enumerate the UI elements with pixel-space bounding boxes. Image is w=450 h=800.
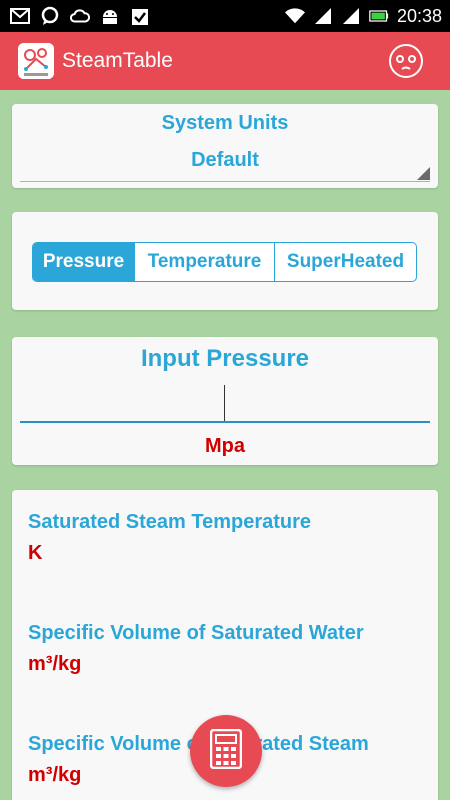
tab-pressure[interactable]: Pressure: [33, 243, 135, 281]
result-label: Saturated Steam Temperature: [28, 511, 312, 533]
tab-temperature[interactable]: Temperature: [135, 243, 275, 281]
gmail-icon: [10, 6, 30, 26]
input-title: Input Pressure: [140, 345, 310, 372]
calculator-icon: [209, 728, 243, 774]
dropdown-arrow-icon: [417, 167, 430, 180]
signal-icon: [313, 6, 333, 26]
input-unit: Mpa: [205, 435, 245, 457]
wifi-icon: [284, 6, 305, 26]
tab-superheated[interactable]: SuperHeated: [275, 243, 416, 281]
face-icon[interactable]: [388, 43, 424, 79]
calculate-button[interactable]: [190, 715, 262, 787]
mode-tabs-card: Pressure Temperature SuperHeated: [12, 212, 438, 310]
cloud-icon: [70, 6, 90, 26]
status-bar: 20:38: [0, 0, 450, 32]
text-caret: [224, 385, 225, 421]
mode-segmented-control: Pressure Temperature SuperHeated: [32, 242, 417, 282]
clipboard-check-icon: [130, 6, 150, 26]
signal-icon: [341, 6, 361, 26]
input-card: Input Pressure Mpa: [12, 337, 438, 465]
result-unit: m³/kg: [28, 653, 82, 675]
system-units-value: Default: [191, 149, 259, 171]
result-item: Saturated Steam Temperature K: [28, 509, 408, 565]
app-bar: SteamTable: [0, 32, 450, 90]
result-label: Specific Volume of Saturated Water: [28, 622, 364, 644]
system-units-card: System Units Default: [12, 104, 438, 188]
battery-icon: [369, 6, 389, 26]
steam-logo-icon: [18, 43, 54, 79]
system-units-label: System Units: [161, 112, 289, 134]
result-unit: K: [28, 542, 43, 564]
result-item: Specific Volume of Saturated Water m³/kg: [28, 620, 408, 676]
app-title: SteamTable: [62, 49, 173, 72]
pressure-input[interactable]: [20, 383, 430, 423]
android-icon: [100, 6, 120, 26]
chat-icon: [40, 6, 60, 26]
status-time: 20:38: [396, 6, 442, 26]
system-units-spinner[interactable]: Default: [20, 142, 430, 182]
